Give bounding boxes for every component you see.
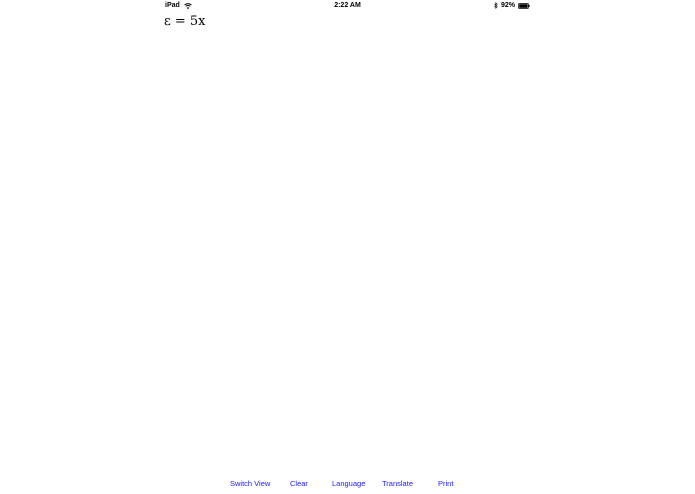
language-button[interactable]: Language xyxy=(332,476,365,492)
status-bar: iPad 2:22 AM 92% xyxy=(160,0,535,11)
app-screen: iPad 2:22 AM 92% ε = 5x Switch View Clea… xyxy=(0,0,695,494)
equation-display: ε = 5x xyxy=(164,14,206,29)
battery-icon xyxy=(518,2,530,9)
print-button[interactable]: Print xyxy=(438,476,453,492)
bluetooth-icon xyxy=(494,2,498,9)
battery-percent: 92% xyxy=(500,2,515,9)
bottom-toolbar: Switch View Clear Language Translate Pri… xyxy=(0,476,695,492)
status-time: 2:22 AM xyxy=(334,2,361,9)
translate-button[interactable]: Translate xyxy=(382,476,413,492)
clear-button[interactable]: Clear xyxy=(290,476,308,492)
switch-view-button[interactable]: Switch View xyxy=(230,476,270,492)
status-right: 92% xyxy=(494,0,530,11)
